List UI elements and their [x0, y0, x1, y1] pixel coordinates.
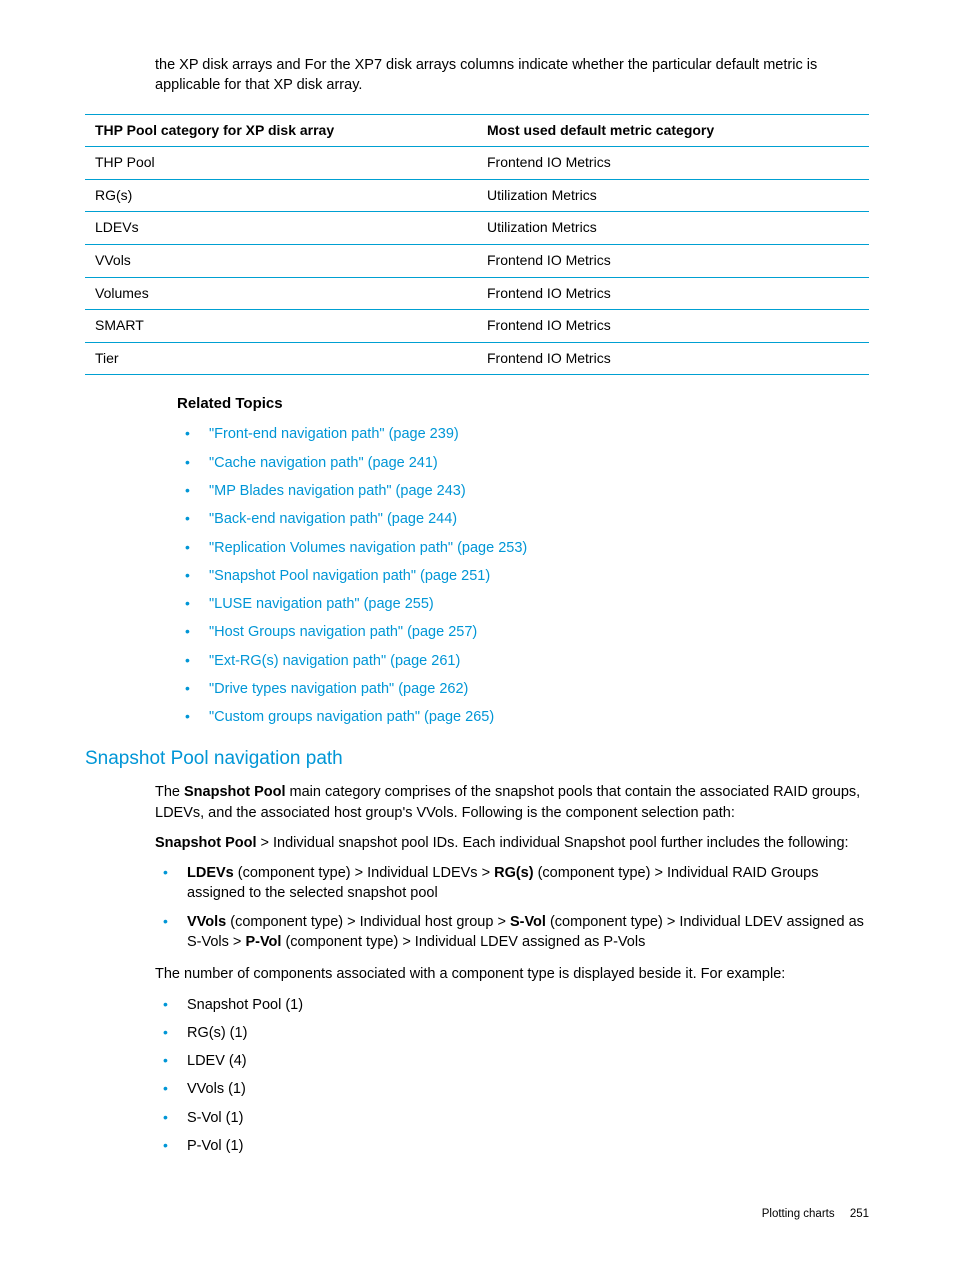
related-topic-item: "Cache navigation path" (page 241) — [177, 453, 869, 473]
table-row: THP PoolFrontend IO Metrics — [85, 147, 869, 180]
related-topic-link[interactable]: "Snapshot Pool navigation path" (page 25… — [209, 568, 490, 584]
list-item: S-Vol (1) — [155, 1108, 869, 1128]
metrics-table: THP Pool category for XP disk array Most… — [85, 114, 869, 376]
footer-label: Plotting charts — [762, 1208, 835, 1220]
table-cell: Volumes — [85, 277, 477, 310]
related-topic-link[interactable]: "MP Blades navigation path" (page 243) — [209, 483, 466, 499]
intro-paragraph: the XP disk arrays and For the XP7 disk … — [155, 55, 869, 96]
related-topics-list: "Front-end navigation path" (page 239) "C… — [177, 424, 869, 727]
list-item: VVols (component type) > Individual host… — [155, 912, 869, 953]
example-counts-list: Snapshot Pool (1) RG(s) (1) LDEV (4) VVols … — [155, 995, 869, 1157]
table-row: TierFrontend IO Metrics — [85, 342, 869, 375]
list-item: LDEVs (component type) > Individual LDEV… — [155, 863, 869, 904]
section-paragraph-3: The number of components associated with… — [155, 964, 869, 984]
related-topic-link[interactable]: "Front-end navigation path" (page 239) — [209, 426, 459, 442]
table-cell: Frontend IO Metrics — [477, 310, 869, 343]
related-topic-link[interactable]: "Ext-RG(s) navigation path" (page 261) — [209, 653, 460, 669]
related-topic-link[interactable]: "Host Groups navigation path" (page 257) — [209, 624, 477, 640]
related-topic-item: "Snapshot Pool navigation path" (page 25… — [177, 566, 869, 586]
section-paragraph-2: Snapshot Pool > Individual snapshot pool… — [155, 833, 869, 853]
table-cell: Tier — [85, 342, 477, 375]
related-topic-item: "Custom groups navigation path" (page 26… — [177, 707, 869, 727]
table-cell: VVols — [85, 244, 477, 277]
table-cell: THP Pool — [85, 147, 477, 180]
bold-snapshot-pool-crumb: Snapshot Pool — [155, 835, 257, 851]
col-header-1: THP Pool category for XP disk array — [85, 114, 477, 147]
related-topic-item: "Ext-RG(s) navigation path" (page 261) — [177, 651, 869, 671]
table-cell: Utilization Metrics — [477, 179, 869, 212]
table-header-row: THP Pool category for XP disk array Most… — [85, 114, 869, 147]
related-topic-link[interactable]: "LUSE navigation path" (page 255) — [209, 596, 434, 612]
related-topic-item: "MP Blades navigation path" (page 243) — [177, 481, 869, 501]
table-cell: LDEVs — [85, 212, 477, 245]
related-topic-item: "Replication Volumes navigation path" (p… — [177, 538, 869, 558]
related-topic-item: "Host Groups navigation path" (page 257) — [177, 622, 869, 642]
table-row: SMARTFrontend IO Metrics — [85, 310, 869, 343]
related-topic-item: "Back-end navigation path" (page 244) — [177, 509, 869, 529]
related-topic-item: "Front-end navigation path" (page 239) — [177, 424, 869, 444]
table-row: LDEVsUtilization Metrics — [85, 212, 869, 245]
component-path-list: LDEVs (component type) > Individual LDEV… — [155, 863, 869, 952]
table-cell: Frontend IO Metrics — [477, 342, 869, 375]
footer-page-number: 251 — [850, 1208, 869, 1220]
table-cell: Utilization Metrics — [477, 212, 869, 245]
col-header-2: Most used default metric category — [477, 114, 869, 147]
section-body: The Snapshot Pool main category comprise… — [155, 782, 869, 853]
related-topic-link[interactable]: "Replication Volumes navigation path" (p… — [209, 540, 527, 556]
table-row: RG(s)Utilization Metrics — [85, 179, 869, 212]
related-topic-link[interactable]: "Drive types navigation path" (page 262) — [209, 681, 468, 697]
table-cell: Frontend IO Metrics — [477, 147, 869, 180]
list-item: P-Vol (1) — [155, 1136, 869, 1156]
related-topics-heading: Related Topics — [177, 393, 869, 414]
list-item: RG(s) (1) — [155, 1023, 869, 1043]
table-cell: Frontend IO Metrics — [477, 244, 869, 277]
related-topic-link[interactable]: "Custom groups navigation path" (page 26… — [209, 709, 494, 725]
table-cell: Frontend IO Metrics — [477, 277, 869, 310]
related-topic-item: "LUSE navigation path" (page 255) — [177, 594, 869, 614]
table-row: VVolsFrontend IO Metrics — [85, 244, 869, 277]
table-row: VolumesFrontend IO Metrics — [85, 277, 869, 310]
section-body-2: The number of components associated with… — [155, 964, 869, 984]
related-topic-link[interactable]: "Back-end navigation path" (page 244) — [209, 511, 457, 527]
page-footer: Plotting charts 251 — [85, 1206, 869, 1222]
section-paragraph-1: The Snapshot Pool main category comprise… — [155, 782, 869, 823]
related-topic-link[interactable]: "Cache navigation path" (page 241) — [209, 455, 438, 471]
list-item: LDEV (4) — [155, 1051, 869, 1071]
related-topic-item: "Drive types navigation path" (page 262) — [177, 679, 869, 699]
list-item: Snapshot Pool (1) — [155, 995, 869, 1015]
table-cell: RG(s) — [85, 179, 477, 212]
bold-snapshot-pool: Snapshot Pool — [184, 784, 286, 800]
table-cell: SMART — [85, 310, 477, 343]
list-item: VVols (1) — [155, 1079, 869, 1099]
section-title: Snapshot Pool navigation path — [85, 746, 869, 773]
